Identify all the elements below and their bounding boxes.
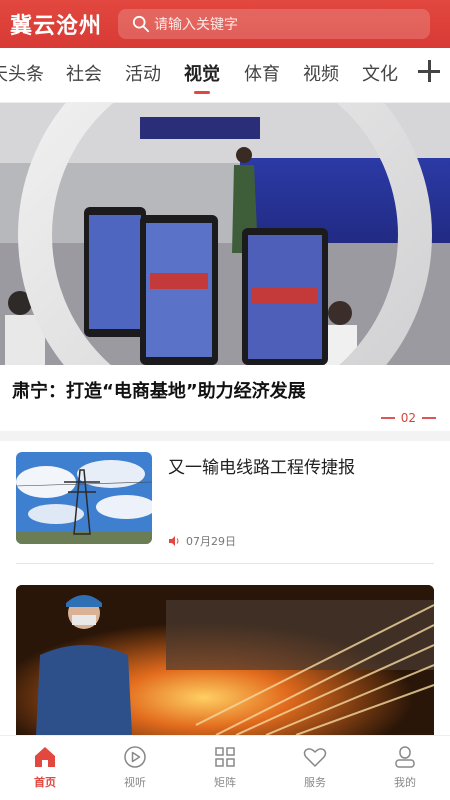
tab-visual[interactable]: 视觉 (184, 60, 220, 86)
section-gap (0, 431, 450, 441)
pager-line-left (380, 417, 395, 419)
search-bar[interactable]: 请输入关键字 (118, 9, 430, 39)
app-header: 冀云沧州 请输入关键字 (0, 0, 450, 48)
heart-icon (303, 748, 327, 767)
hero-illustration (0, 103, 450, 365)
grid-icon (215, 747, 235, 767)
carousel-indicator: 02 (380, 411, 436, 425)
hero-title[interactable]: 肃宁：打造“电商基地”助力经济发展 (12, 377, 306, 403)
tab-events[interactable]: 活动 (125, 60, 161, 86)
bottom-nav: 首页 视听 矩阵 服务 我的 (0, 735, 450, 800)
nav-label: 视听 (124, 776, 146, 789)
tab-headlines[interactable]: 天头条 (0, 60, 44, 86)
power-tower-image (16, 452, 152, 544)
hero-caption[interactable]: 肃宁：打造“电商基地”助力经济发展 02 (0, 365, 450, 431)
news-thumbnail[interactable] (16, 452, 152, 544)
search-placeholder: 请输入关键字 (154, 17, 238, 33)
feature-image[interactable] (16, 585, 434, 735)
user-icon (395, 746, 415, 768)
nav-home[interactable]: 首页 (10, 744, 80, 790)
news-item[interactable]: 又一输电线路工程传捷报 07月29日 (0, 441, 450, 565)
nav-label: 首页 (34, 776, 56, 789)
news-title[interactable]: 又一输电线路工程传捷报 (168, 453, 355, 478)
tab-video[interactable]: 视频 (303, 60, 339, 86)
news-meta: 07月29日 (168, 533, 236, 549)
tab-sports[interactable]: 体育 (244, 60, 280, 86)
news-date: 07月29日 (186, 535, 236, 548)
channel-tabs: 天头条 社会 活动 视觉 体育 视频 文化 (0, 48, 450, 102)
active-tab-indicator (194, 91, 210, 94)
factory-image (16, 585, 434, 735)
tab-society[interactable]: 社会 (66, 60, 102, 86)
nav-matrix[interactable]: 矩阵 (190, 744, 260, 790)
add-channel-icon[interactable] (416, 58, 442, 84)
divider (16, 563, 434, 564)
play-circle-icon (124, 746, 146, 768)
tab-culture[interactable]: 文化 (362, 60, 398, 86)
pager-number: 02 (400, 411, 416, 425)
search-icon (132, 15, 150, 33)
home-icon (35, 747, 55, 767)
nav-services[interactable]: 服务 (280, 744, 350, 790)
pager-line-right (422, 417, 436, 419)
nav-profile[interactable]: 我的 (370, 744, 440, 790)
speaker-icon[interactable] (168, 535, 180, 547)
nav-label: 服务 (304, 776, 326, 789)
hero-image[interactable] (0, 103, 450, 365)
nav-label: 矩阵 (214, 776, 236, 789)
nav-label: 我的 (394, 776, 416, 789)
nav-audio-video[interactable]: 视听 (100, 744, 170, 790)
app-logo[interactable]: 冀云沧州 (10, 8, 110, 40)
